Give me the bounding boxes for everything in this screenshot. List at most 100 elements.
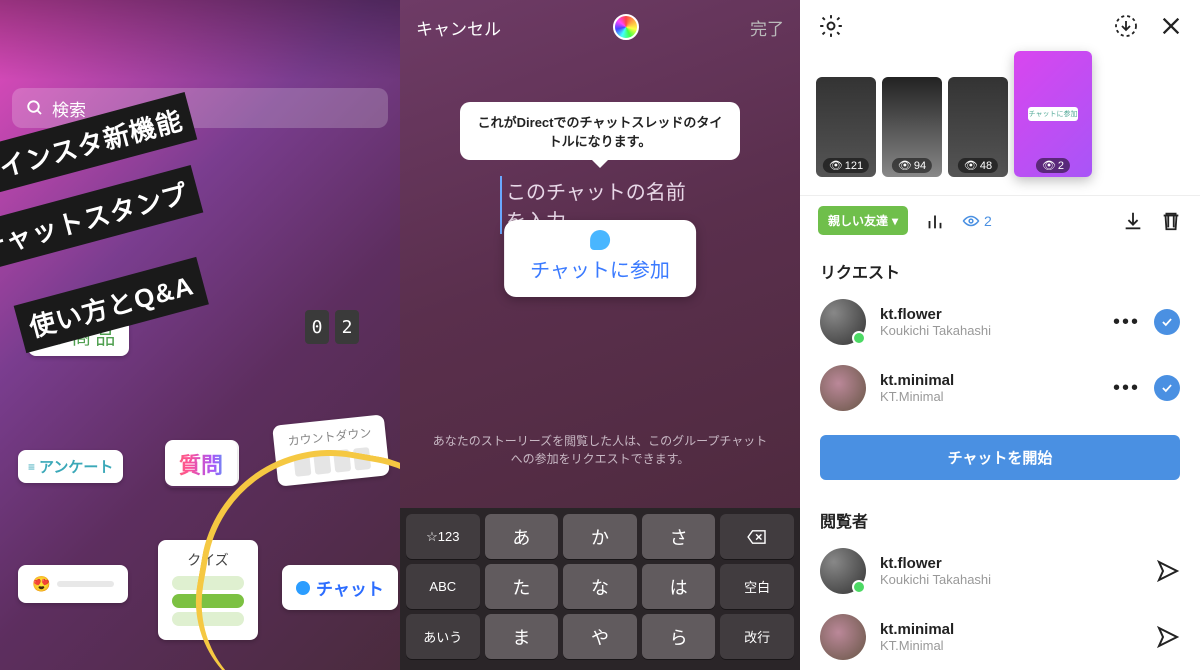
poll-label: アンケート [39,456,113,477]
request-row: kt.flower Koukichi Takahashi ••• [800,289,1200,355]
trash-icon[interactable] [1160,210,1182,232]
search-placeholder: 検索 [52,96,86,121]
key-ha[interactable]: は [642,564,716,609]
poll-sticker[interactable]: ≡ アンケート [18,450,123,483]
fullname: Koukichi Takahashi [880,572,1142,587]
fullname: Koukichi Takahashi [880,323,1099,338]
key-ma[interactable]: ま [485,614,559,659]
kana-keyboard: ☆123 あ か さ ABC た な は 空白 あいう ま や ら 改行 [400,508,800,670]
controls-row: 親しい友達 ▾ 2 [800,195,1200,245]
title-tooltip: これがDirectでのチャットスレッドのタイトルになります。 [460,102,740,160]
view-badge: 👁 121 [823,158,869,173]
user-info[interactable]: kt.minimal KT.Minimal [880,621,1142,653]
download-icon[interactable] [1122,210,1144,232]
panel-story-viewers: 👁 121 👁 94 👁 48 チャットに参加 👁 2 親しい友達 ▾ 2 リク… [800,0,1200,670]
backspace-icon [746,529,768,545]
user-info[interactable]: kt.flower Koukichi Takahashi [880,555,1142,587]
username: kt.minimal [880,621,1142,638]
key-ya[interactable]: や [563,614,637,659]
key-return[interactable]: 改行 [720,614,794,659]
chat-bubble-icon [590,230,610,250]
save-icon[interactable] [1114,14,1138,38]
story-thumb[interactable]: 👁 94 [882,77,942,177]
start-chat-button[interactable]: チャットを開始 [820,435,1180,480]
color-picker-icon[interactable] [613,14,639,40]
key-ra[interactable]: ら [642,614,716,659]
viewers-header-label: 閲覧者 [800,494,1200,538]
requests-header: リクエスト [800,245,1200,289]
key-space[interactable]: 空白 [720,564,794,609]
key-a[interactable]: あ [485,514,559,559]
avatar[interactable] [820,365,866,411]
fullname: KT.Minimal [880,638,1142,653]
send-icon[interactable] [1156,559,1180,583]
key-sa[interactable]: さ [642,514,716,559]
view-badge: 👁 2 [1036,158,1070,173]
key-abc[interactable]: ABC [406,564,480,609]
close-friends-badge[interactable]: 親しい友達 ▾ [818,206,908,235]
digit-2: 2 [335,310,359,344]
story-thumbnails: 👁 121 👁 94 👁 48 チャットに参加 👁 2 [800,51,1200,195]
avatar[interactable] [820,299,866,345]
fullname: KT.Minimal [880,389,1099,404]
viewers-header [800,0,1200,51]
helper-text: あなたのストーリーズを閲覧した人は、このグループチャットへの参加をリクエストでき… [400,432,800,468]
question-sticker[interactable]: 質問 [165,440,237,488]
digit-1: 0 [305,310,329,344]
key-ka[interactable]: か [563,514,637,559]
avatar[interactable] [820,614,866,660]
chevron-down-icon: ▾ [892,214,898,228]
username: kt.flower [880,306,1099,323]
user-info[interactable]: kt.minimal KT.Minimal [880,372,1099,404]
heart-eyes-emoji: 😍 [32,575,51,593]
more-button[interactable]: ••• [1113,311,1140,334]
gradient-overlay [0,0,400,80]
eye-icon [962,215,980,227]
select-checkbox[interactable] [1154,309,1180,335]
cancel-button[interactable]: キャンセル [416,15,501,40]
avatar[interactable] [820,548,866,594]
username: kt.flower [880,555,1142,572]
view-badge: 👁 48 [958,158,998,173]
viewer-row: kt.minimal KT.Minimal [800,604,1200,670]
views-count[interactable]: 2 [962,213,992,229]
views-number: 2 [984,213,992,229]
join-chat-button[interactable]: チャットに参加 [504,220,696,297]
username: kt.minimal [880,372,1099,389]
key-ta[interactable]: た [485,564,559,609]
emoji-slider-sticker[interactable]: 😍 [18,565,128,603]
panel-stickers: 検索 🛍 商品 0 2 ≡ アンケート 質問 カウントダウン 😍 クイズ チャッ… [0,0,400,670]
close-icon[interactable] [1160,15,1182,37]
poll-icon: ≡ [28,462,35,472]
view-badge: 👁 94 [892,158,932,173]
story-thumb-selected[interactable]: チャットに参加 👁 2 [1014,51,1092,177]
done-button[interactable]: 完了 [750,15,784,40]
close-friends-label: 親しい友達 [828,212,888,229]
search-icon [26,99,44,117]
editor-header: キャンセル 完了 [400,0,800,54]
gear-icon[interactable] [818,13,844,39]
key-numeric[interactable]: ☆123 [406,514,480,559]
online-indicator [852,580,866,594]
select-checkbox[interactable] [1154,375,1180,401]
key-kana[interactable]: あいう [406,614,480,659]
story-thumb[interactable]: 👁 121 [816,77,876,177]
send-icon[interactable] [1156,625,1180,649]
question-label: 質問 [179,448,223,480]
user-info[interactable]: kt.flower Koukichi Takahashi [880,306,1099,338]
key-na[interactable]: な [563,564,637,609]
join-chat-label: チャットに参加 [530,260,670,282]
slider-track [57,581,114,587]
countdown-label: カウントダウン [287,424,372,450]
key-backspace[interactable] [720,514,794,559]
more-button[interactable]: ••• [1113,377,1140,400]
countdown-digits: 0 2 [305,310,359,344]
check-icon [1160,381,1174,395]
story-thumb[interactable]: 👁 48 [948,77,1008,177]
panel-chat-setup: キャンセル 完了 これがDirectでのチャットスレッドのタイトルになります。 … [400,0,800,670]
mini-chat-sticker: チャットに参加 [1028,107,1078,121]
viewer-row: kt.flower Koukichi Takahashi [800,538,1200,604]
check-icon [1160,315,1174,329]
stats-icon[interactable] [924,210,946,232]
request-row: kt.minimal KT.Minimal ••• [800,355,1200,421]
